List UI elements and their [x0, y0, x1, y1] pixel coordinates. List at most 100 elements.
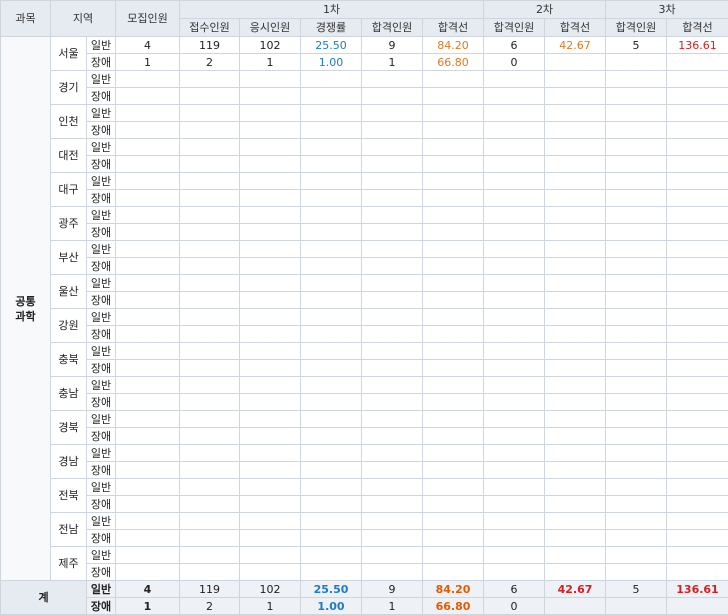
quota-cell	[116, 190, 180, 207]
examinees-cell	[240, 207, 301, 224]
type-cell: 장애	[87, 54, 116, 71]
cutoff2-cell	[545, 207, 606, 224]
region-cell: 부산	[51, 241, 87, 275]
applicants-cell	[180, 564, 240, 581]
total-passers3-general: 5	[606, 581, 667, 598]
passers2-cell	[484, 156, 545, 173]
quota-cell	[116, 105, 180, 122]
cutoff1-cell	[423, 428, 484, 445]
passers3-cell	[606, 139, 667, 156]
type-cell: 일반	[87, 309, 116, 326]
passers1-cell	[362, 547, 423, 564]
examinees-cell: 102	[240, 37, 301, 54]
competition-cell	[301, 258, 362, 275]
cutoff2-cell	[545, 530, 606, 547]
table-row: 충북일반	[1, 343, 728, 360]
applicants-cell	[180, 326, 240, 343]
passers1-cell	[362, 139, 423, 156]
quota-cell	[116, 258, 180, 275]
passers3-cell	[606, 530, 667, 547]
competition-cell	[301, 173, 362, 190]
total-competition-disabled: 1.00	[301, 598, 362, 615]
examinees-cell	[240, 462, 301, 479]
cutoff3-cell	[667, 377, 728, 394]
cutoff3-cell	[667, 190, 728, 207]
examinees-cell	[240, 71, 301, 88]
cutoff1-cell	[423, 479, 484, 496]
examinees-cell	[240, 479, 301, 496]
passers2-cell	[484, 190, 545, 207]
competition-cell	[301, 547, 362, 564]
applicants-cell: 119	[180, 37, 240, 54]
passers3-cell	[606, 326, 667, 343]
competition-cell	[301, 428, 362, 445]
type-cell: 장애	[87, 496, 116, 513]
applicants-cell	[180, 173, 240, 190]
cutoff2-cell	[545, 224, 606, 241]
type-cell: 장애	[87, 326, 116, 343]
table-row: 공통 과학서울일반411910225.50984.20642.675136.61	[1, 37, 728, 54]
cutoff3-cell	[667, 564, 728, 581]
applicants-cell	[180, 445, 240, 462]
passers2-cell	[484, 360, 545, 377]
cutoff2-cell	[545, 428, 606, 445]
passers1-cell	[362, 377, 423, 394]
cutoff1-cell	[423, 105, 484, 122]
cutoff1-cell	[423, 139, 484, 156]
competition-cell	[301, 513, 362, 530]
passers2-cell	[484, 105, 545, 122]
type-cell: 장애	[87, 156, 116, 173]
subject-cell: 공통 과학	[1, 37, 51, 581]
cutoff2-cell	[545, 564, 606, 581]
cutoff2-cell	[545, 377, 606, 394]
passers2-cell	[484, 326, 545, 343]
passers2-cell	[484, 275, 545, 292]
type-cell: 일반	[87, 411, 116, 428]
quota-cell	[116, 513, 180, 530]
applicants-cell	[180, 292, 240, 309]
cutoff2-cell	[545, 173, 606, 190]
passers1-cell	[362, 530, 423, 547]
passers3-cell	[606, 479, 667, 496]
applicants-cell	[180, 122, 240, 139]
passers3-cell	[606, 496, 667, 513]
examinees-cell	[240, 105, 301, 122]
passers1-cell	[362, 411, 423, 428]
competition-cell	[301, 71, 362, 88]
applicants-cell	[180, 377, 240, 394]
type-cell: 일반	[87, 105, 116, 122]
passers1-cell	[362, 445, 423, 462]
cutoff1-cell	[423, 275, 484, 292]
quota-cell: 4	[116, 37, 180, 54]
competition-cell	[301, 411, 362, 428]
cutoff1-cell	[423, 292, 484, 309]
competition-cell	[301, 88, 362, 105]
passers3-cell	[606, 258, 667, 275]
type-cell: 일반	[87, 479, 116, 496]
competition-cell	[301, 343, 362, 360]
competition-cell	[301, 122, 362, 139]
total-cutoff1-disabled: 66.80	[423, 598, 484, 615]
quota-cell	[116, 173, 180, 190]
cutoff2-cell	[545, 156, 606, 173]
passers1-cell	[362, 156, 423, 173]
examinees-cell: 1	[240, 54, 301, 71]
examinees-cell	[240, 428, 301, 445]
passers1-cell	[362, 394, 423, 411]
cutoff1-cell	[423, 394, 484, 411]
passers3-cell	[606, 224, 667, 241]
passers2-cell	[484, 258, 545, 275]
type-cell: 일반	[87, 513, 116, 530]
examinees-cell	[240, 564, 301, 581]
competition-cell	[301, 275, 362, 292]
total-examinees-disabled: 1	[240, 598, 301, 615]
total-row-general: 계 일반 4 119 102 25.50 9 84.20 6 42.67 5 1…	[1, 581, 728, 598]
type-cell: 일반	[87, 547, 116, 564]
cutoff2-cell	[545, 88, 606, 105]
cutoff3-cell	[667, 394, 728, 411]
quota-cell	[116, 71, 180, 88]
cutoff3-cell	[667, 496, 728, 513]
examinees-cell	[240, 496, 301, 513]
competition-cell: 25.50	[301, 37, 362, 54]
cutoff3-cell	[667, 445, 728, 462]
